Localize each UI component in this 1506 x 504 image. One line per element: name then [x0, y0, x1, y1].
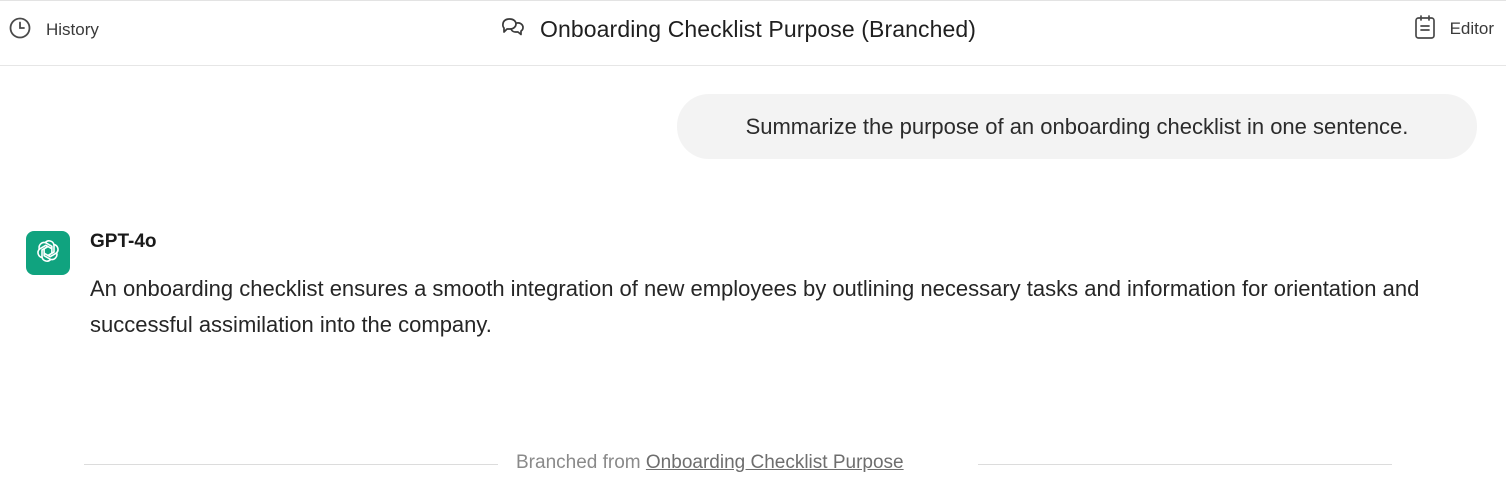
model-name: GPT-4o	[90, 231, 157, 252]
assistant-message-text: An onboarding checklist ensures a smooth…	[90, 276, 1420, 337]
branched-from-link[interactable]: Onboarding Checklist Purpose	[646, 452, 904, 473]
conversation-title: Onboarding Checklist Purpose (Branched)	[500, 13, 976, 45]
branched-from-prefix: Branched from	[516, 452, 641, 473]
editor-button[interactable]: Editor	[1414, 14, 1494, 45]
openai-logo-icon	[34, 237, 62, 270]
history-label: History	[46, 20, 99, 39]
assistant-avatar	[26, 231, 70, 275]
page-title: Onboarding Checklist Purpose (Branched)	[540, 15, 977, 42]
top-bar: History Onboarding Checklist Purpose (Br…	[0, 0, 1506, 66]
branched-from-notice: Branched from Onboarding Checklist Purpo…	[516, 452, 904, 474]
history-button[interactable]: History	[8, 17, 99, 43]
divider-left	[84, 464, 498, 465]
notepad-icon	[1414, 14, 1436, 45]
divider-right	[978, 464, 1392, 465]
editor-label: Editor	[1449, 19, 1494, 38]
clock-icon	[8, 16, 32, 45]
user-message-text: Summarize the purpose of an onboarding c…	[745, 113, 1409, 139]
chat-bubbles-icon	[500, 14, 526, 45]
user-message-bubble: Summarize the purpose of an onboarding c…	[677, 94, 1477, 159]
